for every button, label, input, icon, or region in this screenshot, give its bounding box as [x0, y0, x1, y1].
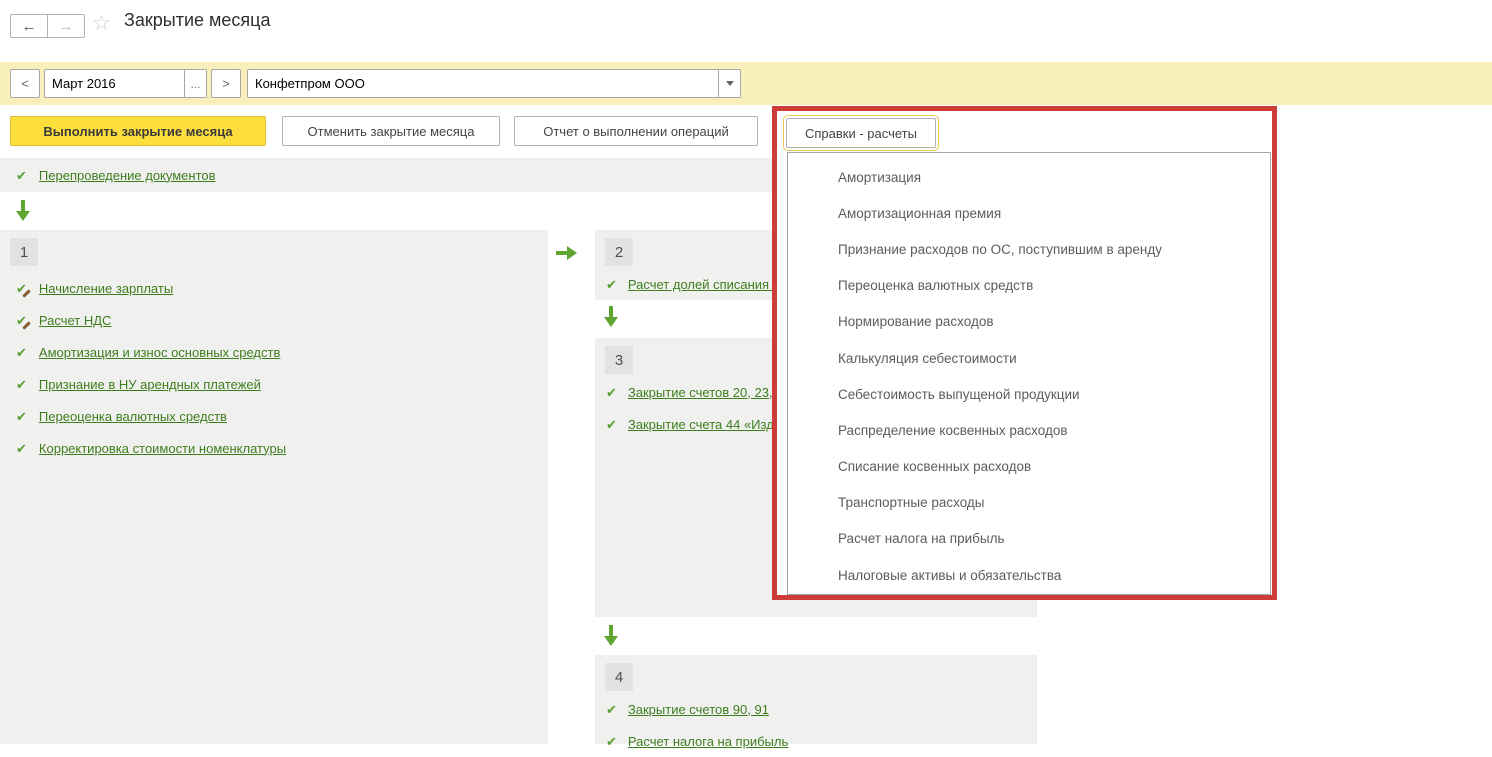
pencil-mark-icon — [22, 289, 30, 297]
closing-block-1: 1 ✔ Начисление зарплаты ✔ Расчет НДС ✔ А… — [0, 230, 548, 744]
flow-right-arrow-icon — [556, 246, 578, 260]
period-field-wrap: ... — [44, 69, 207, 98]
forward-icon: → — [59, 18, 74, 35]
pencil-mark-icon — [22, 321, 30, 329]
operation-link[interactable]: Начисление зарплаты — [39, 281, 173, 296]
reposting-link[interactable]: Перепроведение документов — [39, 168, 216, 183]
forward-button[interactable]: → — [47, 14, 85, 38]
period-picker-button[interactable]: ... — [184, 70, 206, 97]
organization-input[interactable] — [248, 70, 718, 97]
operation-row: ✔ Переоценка валютных средств — [16, 400, 227, 432]
operation-link[interactable]: Расчет налога на прибыль — [628, 734, 788, 749]
flow-down-arrow-icon — [16, 200, 30, 222]
operation-row: ✔ Расчет налога на прибыль — [606, 725, 788, 757]
operation-row: ✔ Расчет НДС — [16, 304, 111, 336]
dropdown-caret-icon — [726, 81, 734, 86]
menu-item[interactable]: Себестоимость выпущеной продукции — [788, 376, 1270, 412]
check-icon: ✔ — [606, 735, 617, 748]
menu-item[interactable]: Амортизационная премия — [788, 195, 1270, 231]
menu-item[interactable]: Признание расходов по ОС, поступившим в … — [788, 231, 1270, 267]
flow-down-arrow-icon — [604, 306, 618, 328]
previous-period-button[interactable]: < — [10, 69, 40, 98]
operation-link[interactable]: Признание в НУ арендных платежей — [39, 377, 261, 392]
check-icon: ✔ — [606, 278, 617, 291]
operation-row: ✔ Закрытие счетов 90, 91 — [606, 693, 769, 725]
edited-check-icon: ✔ — [16, 314, 27, 327]
menu-item[interactable]: Транспортные расходы — [788, 485, 1270, 521]
menu-item[interactable]: Амортизация — [788, 159, 1270, 195]
page-title: Закрытие месяца — [124, 10, 270, 31]
flow-down-arrow-icon — [604, 625, 618, 647]
check-icon: ✔ — [16, 346, 27, 359]
block-number-badge: 2 — [605, 238, 633, 266]
edited-check-icon: ✔ — [16, 282, 27, 295]
block-number-badge: 4 — [605, 663, 633, 691]
cancel-closing-button[interactable]: Отменить закрытие месяца — [282, 116, 500, 146]
favorite-star-icon[interactable]: ☆ — [92, 11, 111, 36]
menu-item[interactable]: Списание косвенных расходов — [788, 449, 1270, 485]
operation-link[interactable]: Закрытие счетов 90, 91 — [628, 702, 769, 717]
operations-report-button[interactable]: Отчет о выполнении операций — [514, 116, 758, 146]
check-icon: ✔ — [606, 386, 617, 399]
run-closing-button[interactable]: Выполнить закрытие месяца — [10, 116, 266, 146]
operation-row: ✔ Признание в НУ арендных платежей — [16, 368, 261, 400]
check-icon: ✔ — [16, 378, 27, 391]
period-input[interactable] — [45, 70, 184, 97]
menu-item[interactable]: Нормирование расходов — [788, 304, 1270, 340]
next-period-button[interactable]: > — [211, 69, 241, 98]
check-icon: ✔ — [16, 442, 27, 455]
block-number-badge: 3 — [605, 346, 633, 374]
references-calculations-button[interactable]: Справки - расчеты — [786, 118, 936, 148]
check-icon: ✔ — [16, 410, 27, 423]
menu-item[interactable]: Распределение косвенных расходов — [788, 412, 1270, 448]
back-button[interactable]: ← — [10, 14, 48, 38]
operation-link[interactable]: Переоценка валютных средств — [39, 409, 227, 424]
operation-row: ✔ Начисление зарплаты — [16, 272, 173, 304]
check-icon: ✔ — [606, 703, 617, 716]
operation-link[interactable]: Расчет НДС — [39, 313, 112, 328]
operation-row: ✔ Амортизация и износ основных средств — [16, 336, 280, 368]
period-toolbar: < ... > Состояние: Выполнено — [0, 62, 1492, 105]
organization-field-wrap — [247, 69, 741, 98]
closing-block-4: 4 ✔ Закрытие счетов 90, 91 ✔ Расчет нало… — [595, 655, 1037, 744]
menu-item[interactable]: Расчет налога на прибыль — [788, 521, 1270, 557]
history-nav: ← → — [10, 14, 85, 38]
annotation-rectangle: Справки - расчеты Амортизация Амортизаци… — [772, 106, 1277, 600]
check-icon: ✔ — [16, 169, 27, 182]
menu-item[interactable]: Переоценка валютных средств — [788, 268, 1270, 304]
back-icon: ← — [22, 18, 37, 35]
references-dropdown-menu: Амортизация Амортизационная премия Призн… — [787, 152, 1271, 595]
menu-item[interactable]: Налоговые активы и обязательства — [788, 557, 1270, 593]
check-icon: ✔ — [606, 418, 617, 431]
block-number-badge: 1 — [10, 238, 38, 266]
operation-link[interactable]: Корректировка стоимости номенклатуры — [39, 441, 286, 456]
menu-item[interactable]: Калькуляция себестоимости — [788, 340, 1270, 376]
operation-link[interactable]: Амортизация и износ основных средств — [39, 345, 280, 360]
operation-row: ✔ Корректировка стоимости номенклатуры — [16, 432, 286, 464]
organization-dropdown-button[interactable] — [718, 70, 740, 97]
